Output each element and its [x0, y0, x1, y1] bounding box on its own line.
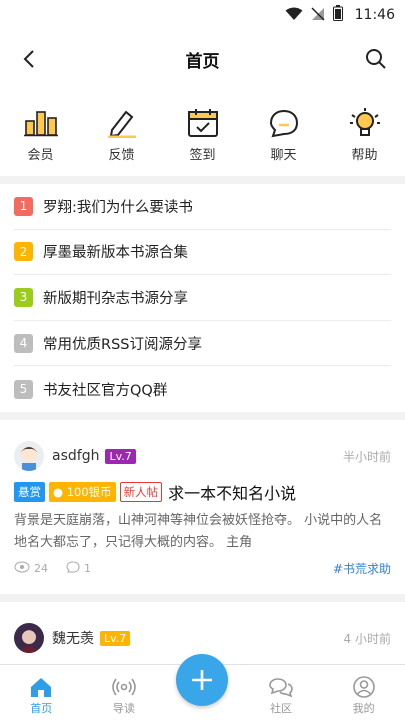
notice-item-1[interactable]: 1 罗翔:我们为什么要读书 [14, 184, 391, 230]
quick-help-label: 帮助 [351, 148, 378, 163]
help-icon [347, 106, 383, 140]
views-count: 24 [34, 562, 48, 575]
post-username[interactable]: 魏无羡 [52, 628, 94, 648]
level-badge: Lv.7 [105, 448, 136, 464]
notice-rank-badge: 2 [14, 242, 33, 262]
feedback-icon [104, 106, 140, 140]
checkin-icon [185, 106, 221, 140]
search-button[interactable] [361, 44, 391, 74]
views-icon [14, 561, 30, 576]
notice-title: 书友社区官方QQ群 [43, 382, 168, 399]
signal-off-icon [311, 6, 325, 25]
new-user-tag: 新人帖 [119, 482, 163, 502]
comments-count: 1 [84, 562, 91, 575]
notice-title: 新版期刊杂志书源分享 [43, 290, 188, 307]
notice-title: 罗翔:我们为什么要读书 [43, 199, 193, 216]
comments-icon [66, 561, 80, 576]
tab-guide-label: 导读 [112, 702, 135, 715]
plus-icon [192, 670, 212, 690]
notice-item-4[interactable]: 4 常用优质RSS订阅源分享 [14, 321, 391, 367]
clock: 11:46 [354, 7, 395, 23]
quick-help[interactable]: 帮助 [330, 106, 400, 163]
tab-home[interactable]: 首页 [11, 676, 71, 716]
quick-feedback[interactable]: 反馈 [87, 106, 157, 163]
battery-icon [332, 5, 343, 25]
quick-checkin[interactable]: 签到 [168, 106, 238, 163]
quick-chat[interactable]: 聊天 [249, 106, 319, 163]
notice-item-2[interactable]: 2 厚墨最新版本书源合集 [14, 230, 391, 276]
notice-rank-badge: 1 [14, 196, 33, 216]
avatar[interactable] [14, 441, 44, 471]
broadcast-icon [112, 678, 136, 696]
notice-rank-badge: 3 [14, 287, 33, 307]
post-header: asdfgh Lv.7 半小时前 [14, 434, 391, 478]
quick-checkin-label: 签到 [189, 148, 216, 163]
page-title: 首页 [185, 51, 220, 72]
avatar[interactable] [14, 623, 44, 653]
notice-rank-badge: 4 [14, 333, 33, 353]
back-button[interactable] [14, 44, 44, 74]
tab-mine-label: 我的 [352, 702, 375, 715]
coin-icon: ● [53, 485, 64, 499]
post-footer: 24 1 #书荒求助 [14, 560, 391, 577]
post-title-row: 悬赏 ● 100银币 新人帖 求一本不知名小说 [14, 480, 391, 504]
post-card[interactable]: asdfgh Lv.7 半小时前 悬赏 ● 100银币 新人帖 求一本不知名小说… [0, 420, 405, 594]
coin-tag-label: 100银币 [66, 485, 112, 499]
tab-community[interactable]: 社区 [251, 676, 311, 716]
notice-title: 厚墨最新版本书源合集 [43, 245, 188, 262]
chat-icon [266, 106, 302, 140]
quick-actions: 会员 反馈 签到 聊天 帮助 [0, 88, 405, 176]
home-icon [31, 678, 52, 697]
profile-icon [352, 676, 375, 698]
level-badge: Lv.7 [100, 630, 131, 646]
post-username[interactable]: asdfgh [52, 448, 99, 464]
wifi-icon [285, 6, 303, 25]
top-nav-bar: 首页 [0, 30, 405, 88]
create-post-button[interactable] [176, 654, 228, 706]
chevron-left-icon [23, 50, 34, 68]
tab-home-label: 首页 [30, 702, 53, 715]
post-excerpt: 背景是天庭崩落，山神河神等神位会被妖怪抢夺。 小说中的人名地名大都忘了，只记得大… [14, 513, 383, 550]
post-time: 4 小时前 [343, 631, 391, 646]
post-time: 半小时前 [342, 449, 391, 464]
coin-tag: ● 100银币 [49, 482, 116, 502]
member-icon [23, 106, 59, 140]
quick-member[interactable]: 会员 [6, 106, 76, 163]
quick-feedback-label: 反馈 [108, 148, 135, 163]
community-icon [269, 678, 293, 698]
tab-mine[interactable]: 我的 [334, 676, 394, 716]
notice-item-5[interactable]: 5 书友社区官方QQ群 [14, 366, 391, 412]
quick-chat-label: 聊天 [270, 148, 297, 163]
notice-item-3[interactable]: 3 新版期刊杂志书源分享 [14, 275, 391, 321]
search-icon [366, 49, 386, 69]
notice-list: 1 罗翔:我们为什么要读书 2 厚墨最新版本书源合集 3 新版期刊杂志书源分享 … [0, 184, 405, 412]
tab-guide[interactable]: 导读 [94, 676, 154, 716]
status-bar: 11:46 [0, 0, 405, 30]
quick-member-label: 会员 [27, 148, 54, 163]
tab-community-label: 社区 [270, 702, 293, 715]
post-title: 求一本不知名小说 [168, 484, 297, 503]
notice-title: 常用优质RSS订阅源分享 [43, 336, 202, 353]
reward-tag: 悬赏 [14, 482, 45, 502]
notice-rank-badge: 5 [14, 379, 33, 399]
topic-link[interactable]: #书荒求助 [333, 560, 391, 577]
